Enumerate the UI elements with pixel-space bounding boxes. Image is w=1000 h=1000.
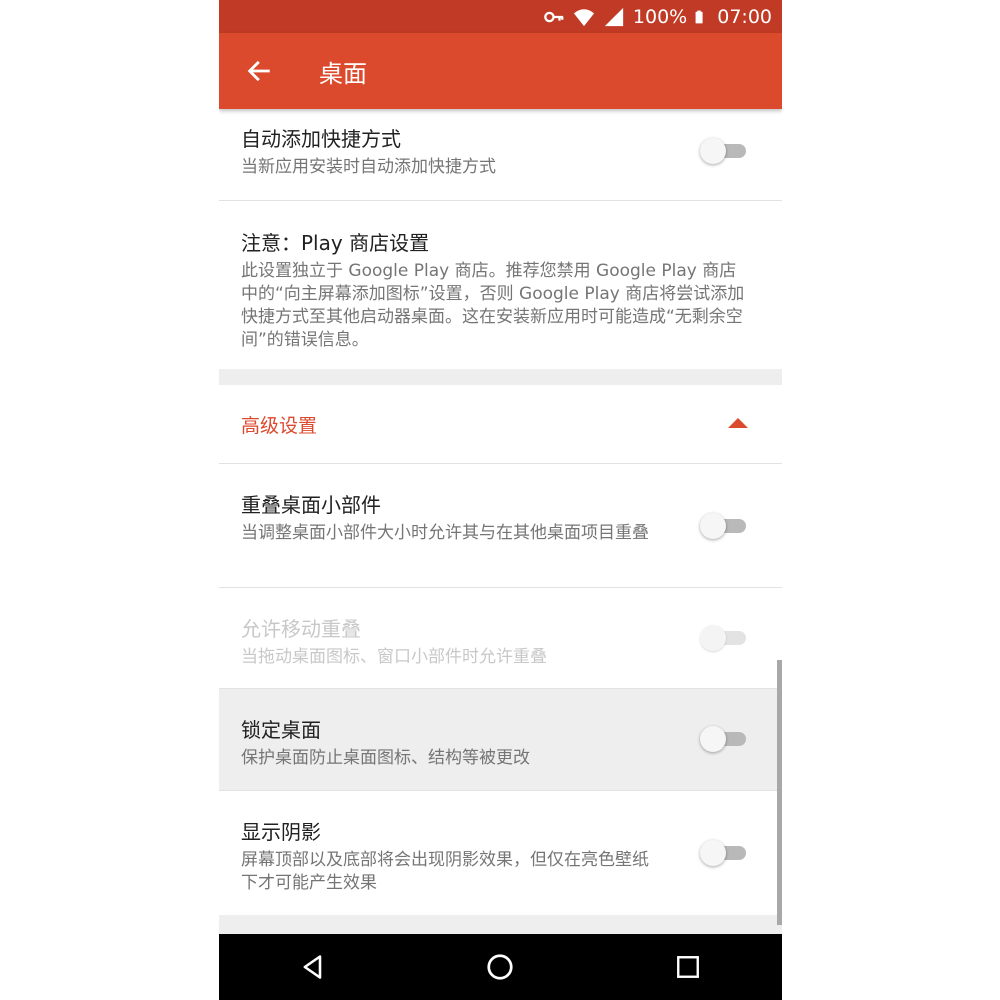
setting-subtitle: 当调整桌面小部件大小时允许其与在其他桌面项目重叠 [241,523,649,543]
setting-subtitle: 当新应用安装时自动添加快捷方式 [241,157,496,177]
back-triangle-icon [303,955,322,979]
auto-shortcut-toggle[interactable] [700,138,748,164]
toggle-thumb [700,513,726,539]
setting-overlap-widgets[interactable]: 重叠桌面小部件 当调整桌面小部件大小时允许其与在其他桌面项目重叠 [219,464,782,588]
toggle-thumb [700,138,726,164]
toggle-thumb [700,726,726,752]
settings-list[interactable]: 自动添加快捷方式 当新应用安装时自动添加快捷方式 注意：Play 商店设置 此设… [219,109,782,934]
setting-title: 自动添加快捷方式 [241,127,401,151]
nav-home-button[interactable] [470,937,530,997]
setting-title: 重叠桌面小部件 [241,493,381,517]
page-title: 桌面 [319,59,367,88]
section-title: 高级设置 [241,414,318,437]
allow-move-overlap-toggle [700,625,748,651]
setting-title: 锁定桌面 [241,718,321,742]
toggle-thumb [700,840,726,866]
toggle-thumb [700,625,726,651]
signal-icon [604,7,624,26]
overlap-widgets-toggle[interactable] [700,513,748,539]
status-bar: 100% 07:00 [219,0,782,33]
setting-title: 注意：Play 商店设置 [241,231,430,255]
nav-recents-button[interactable] [658,937,718,997]
setting-play-note[interactable]: 注意：Play 商店设置 此设置独立于 Google Play 商店。推荐您禁用… [219,201,782,369]
recents-square-icon [677,956,700,978]
scrollbar[interactable] [777,660,782,925]
setting-title: 允许移动重叠 [241,617,361,641]
section-gap [219,915,782,931]
back-button[interactable] [229,41,289,101]
clock: 07:00 [717,5,772,28]
nav-back-button[interactable] [283,937,343,997]
setting-auto-shortcut[interactable]: 自动添加快捷方式 当新应用安装时自动添加快捷方式 [219,109,782,201]
wifi-icon [573,8,594,26]
setting-show-shadow[interactable]: 显示阴影 屏幕顶部以及底部将会出现阴影效果，但仅在亮色壁纸下才可能产生效果 [219,791,782,915]
lock-desktop-toggle[interactable] [700,726,748,752]
app-bar: 桌面 [219,33,782,109]
navigation-bar [219,934,782,1000]
setting-subtitle: 当拖动桌面图标、窗口小部件时允许重叠 [241,647,547,667]
setting-title: 显示阴影 [241,820,321,844]
arrow-left-icon [247,60,270,82]
setting-subtitle: 此设置独立于 Google Play 商店。推荐您禁用 Google Play … [241,261,745,350]
section-gap [219,369,782,385]
setting-subtitle: 保护桌面防止桌面图标、结构等被更改 [241,748,530,768]
setting-subtitle: 屏幕顶部以及底部将会出现阴影效果，但仅在亮色壁纸下才可能产生效果 [241,850,649,893]
key-icon [544,11,564,22]
advanced-settings-header[interactable]: 高级设置 [219,385,782,464]
status-icons: 100% 07:00 [543,6,782,28]
battery-icon [695,10,703,23]
battery-percent: 100% [632,5,688,28]
show-shadow-toggle[interactable] [700,840,748,866]
home-circle-icon [487,954,514,980]
setting-allow-move-overlap: 允许移动重叠 当拖动桌面图标、窗口小部件时允许重叠 [219,588,782,689]
phone-screen: 100% 07:00 桌面 自动添加快捷方式 当新应用安装时自动添加快捷方式 注… [219,0,782,1000]
setting-lock-desktop[interactable]: 锁定桌面 保护桌面防止桌面图标、结构等被更改 [219,689,782,791]
caret-up-icon[interactable] [728,418,748,428]
